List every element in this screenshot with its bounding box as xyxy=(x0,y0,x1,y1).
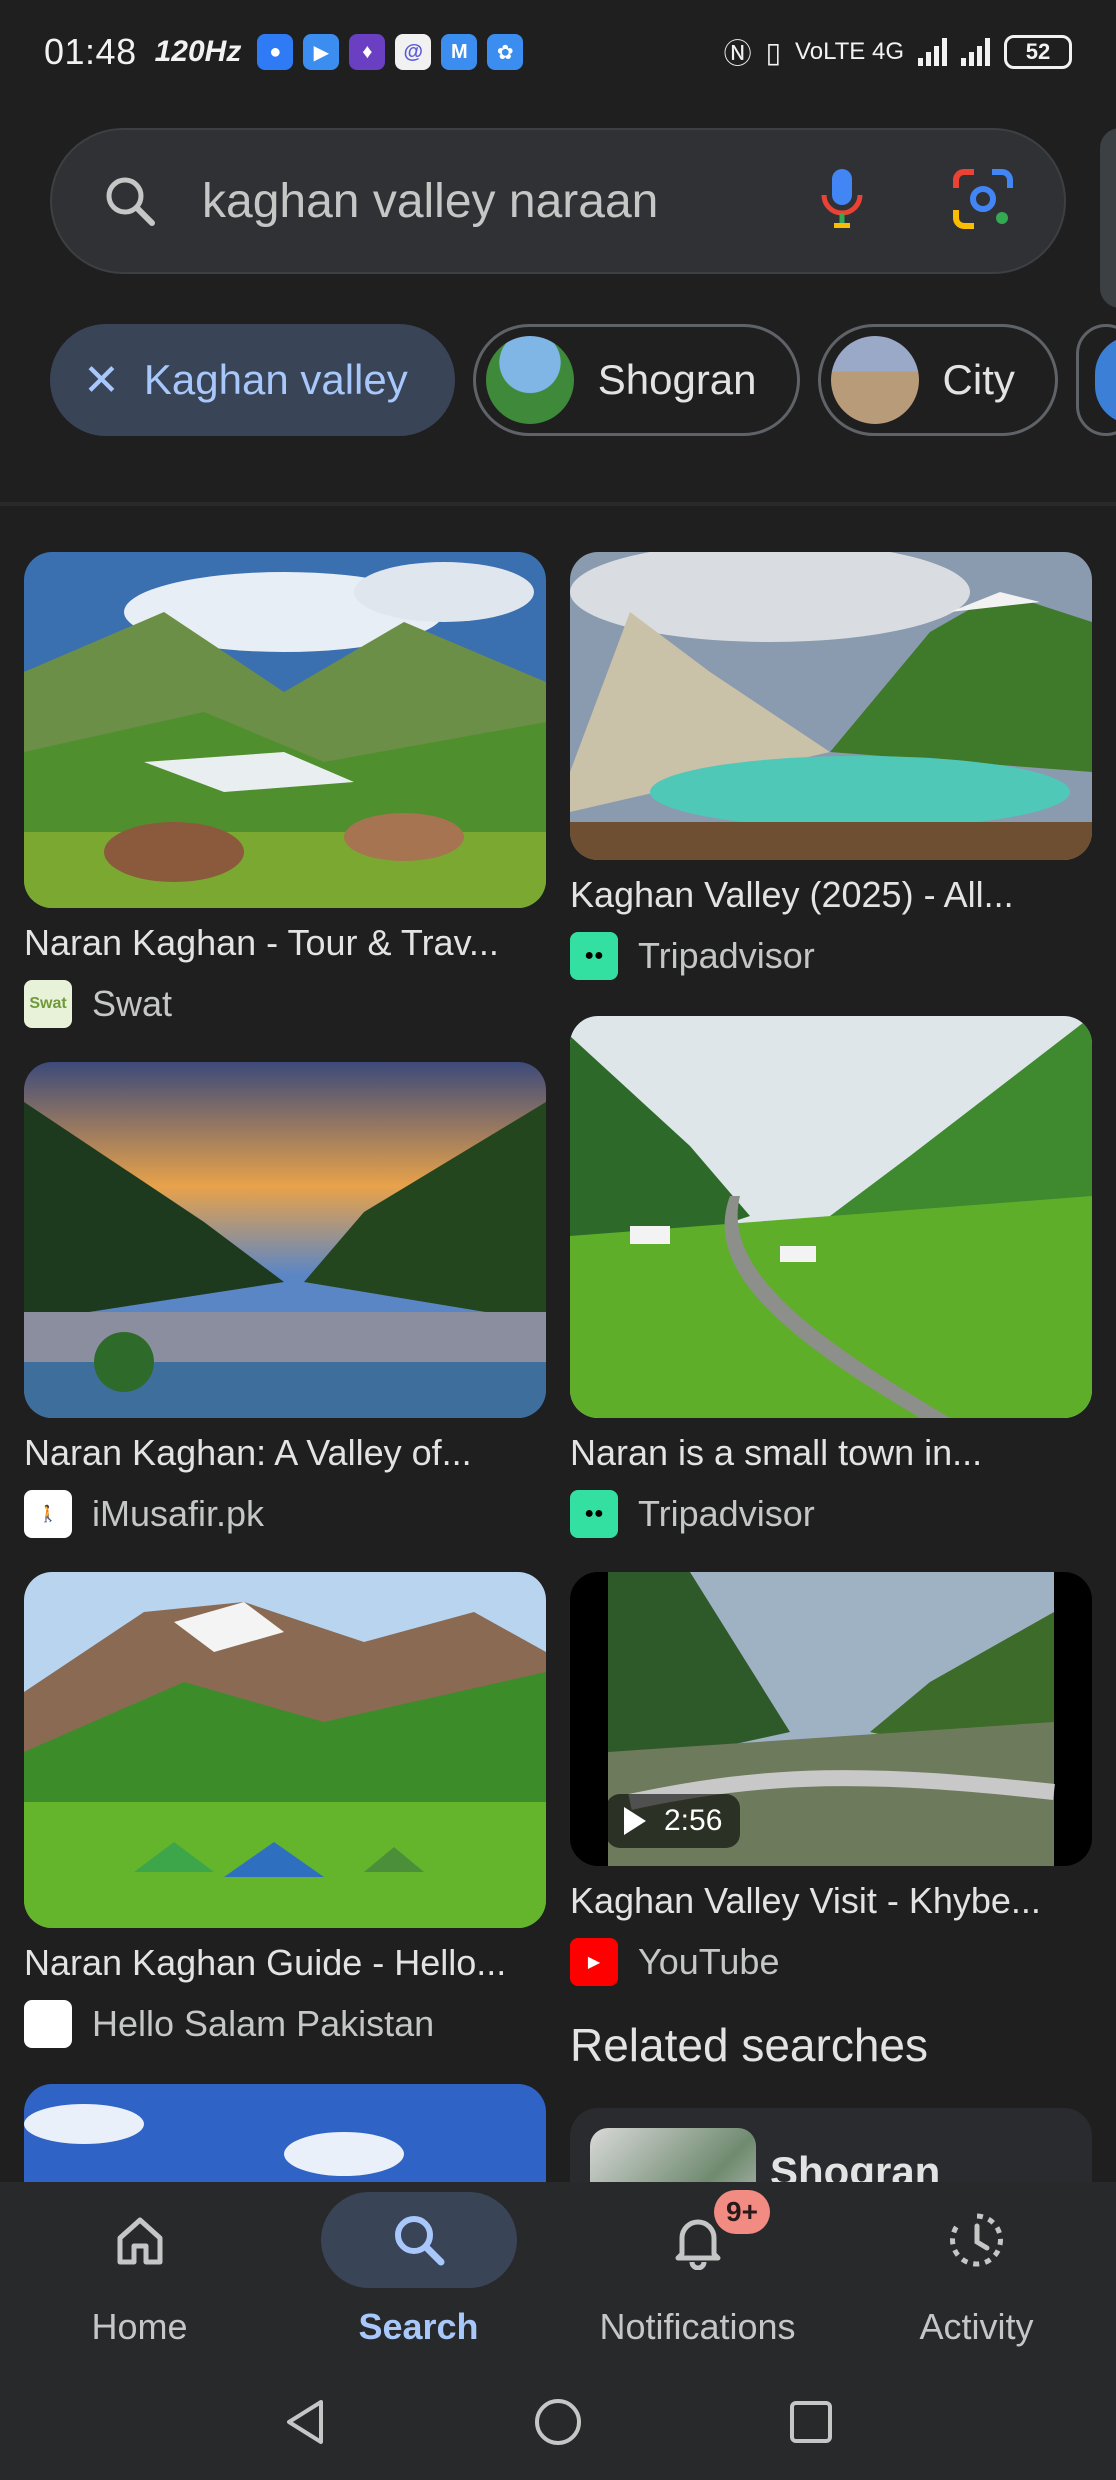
close-icon[interactable]: ✕ xyxy=(83,355,120,406)
result-card[interactable]: Naran Kaghan: A Valley of... 🚶 iMusafir.… xyxy=(24,1062,554,1538)
side-panel-edge xyxy=(1100,128,1116,308)
chip-shogran[interactable]: Shogran xyxy=(472,324,800,436)
source-name: Tripadvisor xyxy=(638,1493,815,1534)
network-label: VoLTE 4G xyxy=(795,38,904,65)
source-name: YouTube xyxy=(638,1941,780,1982)
imusafir-favicon-icon: 🚶 xyxy=(24,1490,72,1538)
result-image[interactable] xyxy=(24,1572,546,1928)
nav-label: Home xyxy=(91,2306,188,2347)
image-results: Naran Kaghan - Tour & Trav... Swat Swat … xyxy=(0,506,1116,2182)
result-card[interactable]: 2:56 Kaghan Valley Visit - Khybe... ▶ Yo… xyxy=(570,1572,1100,1986)
nav-activity[interactable]: Activity xyxy=(837,2182,1116,2368)
youtube-favicon-icon: ▶ xyxy=(570,1938,618,1986)
play-icon xyxy=(624,1807,646,1835)
home-icon xyxy=(42,2192,238,2288)
app-icon: ✿ xyxy=(487,34,524,70)
chip-thumbnail xyxy=(830,336,919,424)
video-duration-badge: 2:56 xyxy=(606,1794,741,1848)
result-title[interactable]: Naran Kaghan Guide - Hello... xyxy=(24,1942,554,1984)
tripadvisor-favicon-icon: ●● xyxy=(570,1490,618,1538)
result-card[interactable] xyxy=(24,2084,546,2182)
google-lens-icon[interactable] xyxy=(952,168,1014,235)
chip-more[interactable] xyxy=(1075,324,1116,436)
hello-salam-favicon-icon xyxy=(24,2000,72,2048)
result-source[interactable]: ●● Tripadvisor xyxy=(570,1490,1100,1538)
search-input[interactable]: kaghan valley naraan xyxy=(202,174,798,229)
nfc-icon: Ⓝ xyxy=(723,38,752,69)
related-label: Shogran xyxy=(770,2148,941,2182)
chip-city[interactable]: City xyxy=(817,324,1058,436)
swat-favicon-icon: Swat xyxy=(24,980,72,1028)
signal-icon xyxy=(918,38,947,66)
activity-icon xyxy=(879,2192,1075,2288)
mic-icon[interactable] xyxy=(818,167,866,236)
result-source[interactable]: Hello Salam Pakistan xyxy=(24,2000,554,2048)
result-source[interactable]: 🚶 iMusafir.pk xyxy=(24,1490,554,1538)
result-image[interactable] xyxy=(24,1062,546,1418)
messenger-icon: ● xyxy=(257,34,294,70)
mail-icon: M xyxy=(441,34,478,70)
result-title[interactable]: Naran Kaghan - Tour & Trav... xyxy=(24,922,554,964)
refresh-rate: 120Hz xyxy=(154,35,242,68)
related-thumbnail xyxy=(590,2128,756,2182)
result-card[interactable]: Naran Kaghan Guide - Hello... Hello Sala… xyxy=(24,1572,554,2048)
result-image[interactable] xyxy=(24,2084,546,2182)
nav-label: Notifications xyxy=(599,2306,796,2347)
result-source[interactable]: Swat Swat xyxy=(24,980,554,1028)
system-navigation-bar xyxy=(0,2368,1116,2480)
search-icon xyxy=(102,173,158,229)
nav-search[interactable]: Search xyxy=(279,2182,558,2368)
home-button-icon[interactable] xyxy=(532,2396,584,2453)
chip-thumbnail xyxy=(1094,336,1116,424)
bottom-navigation: Home Search 9+ Notifications Activity xyxy=(0,2182,1116,2368)
notification-badge: 9+ xyxy=(714,2190,770,2234)
chip-kaghan-valley[interactable]: ✕ Kaghan valley xyxy=(50,324,455,436)
tripadvisor-favicon-icon: ●● xyxy=(570,932,618,980)
source-name: Hello Salam Pakistan xyxy=(92,2003,435,2044)
result-card[interactable]: Naran Kaghan - Tour & Trav... Swat Swat xyxy=(24,552,554,1028)
chip-label: Shogran xyxy=(597,356,757,403)
related-searches-heading: Related searches xyxy=(570,2019,928,2071)
status-right: Ⓝ ▯ VoLTE 4G 52 xyxy=(724,32,1072,72)
status-bar: 01:48 120Hz ● ▶ ♦ @ M ✿ Ⓝ ▯ VoLTE 4G 52 xyxy=(0,0,1116,104)
recents-icon[interactable] xyxy=(787,2398,835,2451)
youtube-app-icon: ▶ xyxy=(303,34,340,70)
nav-label: Activity xyxy=(919,2306,1034,2347)
battery-level: 52 xyxy=(1025,39,1051,64)
result-image[interactable] xyxy=(24,552,546,908)
back-icon[interactable] xyxy=(281,2396,329,2453)
source-name: Swat xyxy=(92,983,173,1024)
chip-label: Kaghan valley xyxy=(143,356,408,403)
battery-icon: 52 xyxy=(1004,35,1072,69)
result-title[interactable]: Kaghan Valley Visit - Khybe... xyxy=(570,1880,1100,1922)
notification-app-icons: ● ▶ ♦ @ M ✿ xyxy=(257,34,524,70)
source-name: iMusafir.pk xyxy=(92,1493,265,1534)
search-bar[interactable]: kaghan valley naraan xyxy=(50,128,1066,274)
result-image[interactable] xyxy=(570,552,1092,860)
video-duration: 2:56 xyxy=(664,1804,723,1837)
result-title[interactable]: Naran Kaghan: A Valley of... xyxy=(24,1432,554,1474)
chip-label: City xyxy=(942,356,1015,403)
result-card[interactable]: Naran is a small town in... ●● Tripadvis… xyxy=(570,1016,1100,1538)
brave-icon: ♦ xyxy=(349,34,386,70)
nav-notifications[interactable]: 9+ Notifications xyxy=(558,2182,837,2368)
signal-icon-2 xyxy=(961,38,990,66)
nav-label: Search xyxy=(358,2306,479,2347)
result-title[interactable]: Naran is a small town in... xyxy=(570,1432,1100,1474)
result-card[interactable]: Kaghan Valley (2025) - All... ●● Tripadv… xyxy=(570,552,1100,980)
chip-thumbnail xyxy=(485,336,574,424)
filter-chips: ✕ Kaghan valley Shogran City xyxy=(50,324,1116,436)
result-source[interactable]: ▶ YouTube xyxy=(570,1938,1100,1986)
result-title[interactable]: Kaghan Valley (2025) - All... xyxy=(570,874,1100,916)
threads-icon: @ xyxy=(395,34,432,70)
result-source[interactable]: ●● Tripadvisor xyxy=(570,932,1100,980)
result-image[interactable] xyxy=(570,1016,1092,1418)
result-video-thumbnail[interactable]: 2:56 xyxy=(570,1572,1092,1866)
source-name: Tripadvisor xyxy=(638,935,815,976)
nav-home[interactable]: Home xyxy=(0,2182,279,2368)
status-time: 01:48 xyxy=(44,31,137,72)
vibrate-icon: ▯ xyxy=(765,36,782,68)
search-icon xyxy=(320,2192,517,2288)
related-search-item[interactable]: Shogran xyxy=(570,2108,1092,2182)
